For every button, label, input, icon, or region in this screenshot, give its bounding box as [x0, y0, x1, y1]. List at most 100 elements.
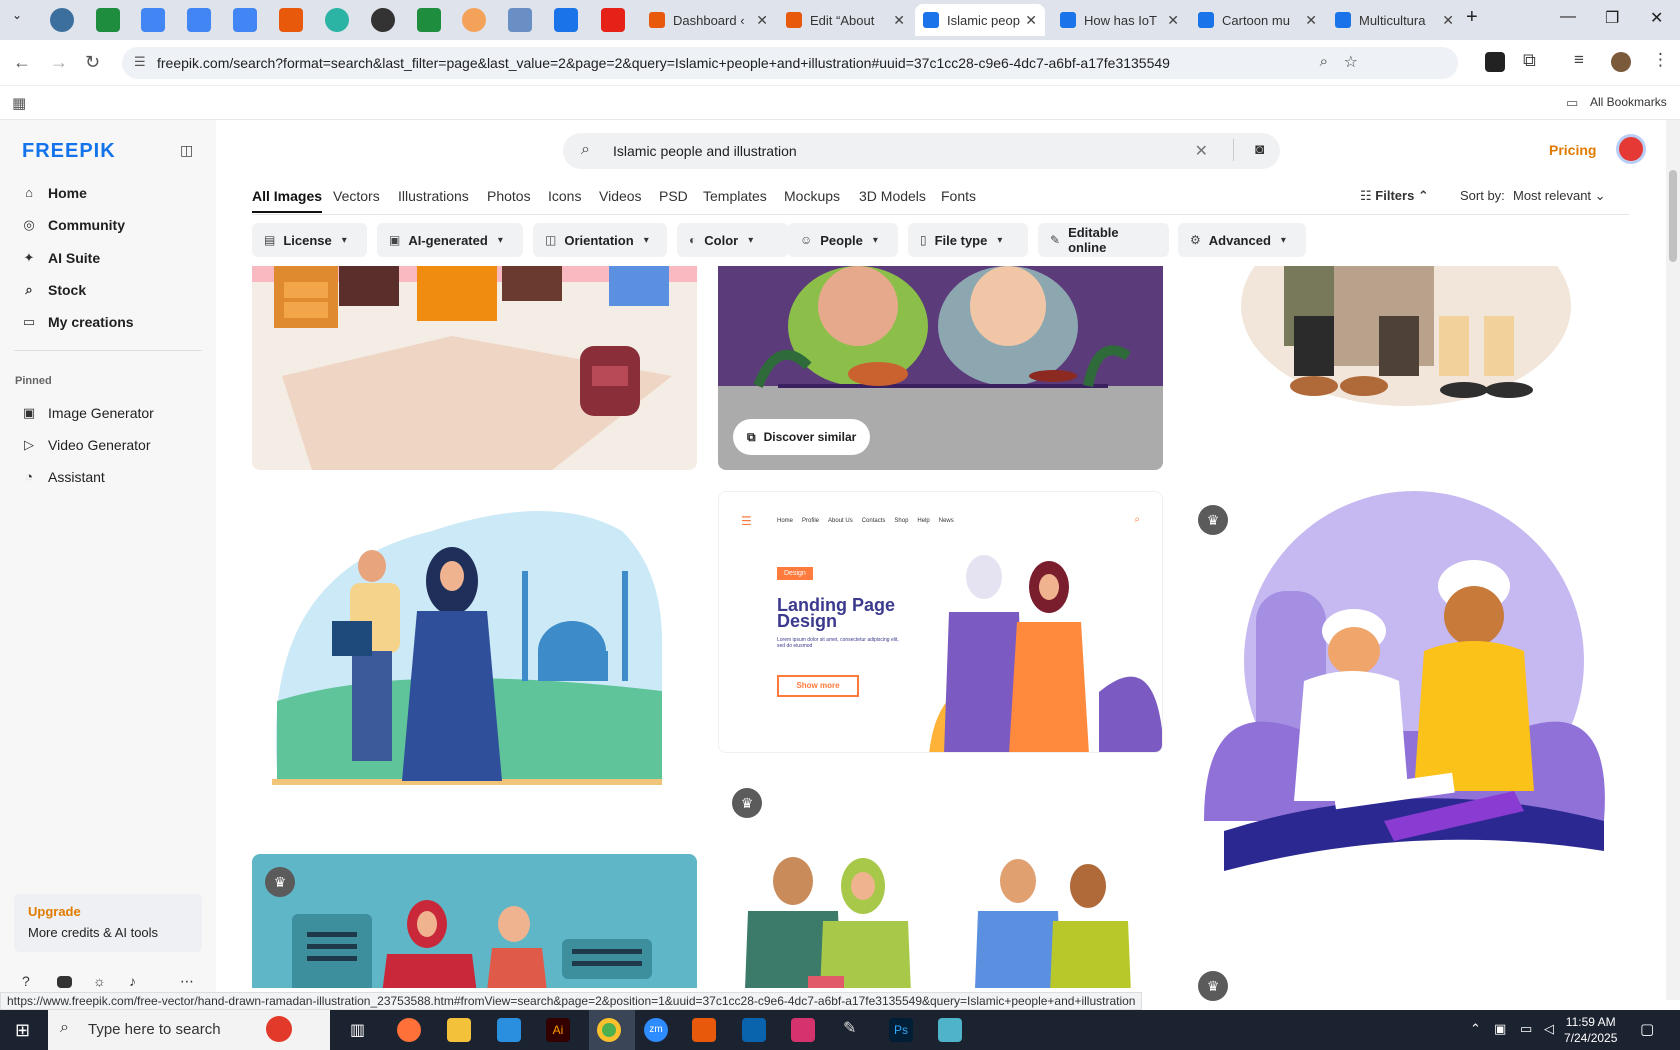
vscode-icon[interactable]: [497, 1018, 521, 1042]
tray-app-icon[interactable]: ▣: [1494, 1021, 1506, 1037]
sidebar-item-assistant[interactable]: ◔ Assistant: [22, 469, 105, 485]
camera-search-icon[interactable]: ◙: [1255, 141, 1264, 158]
sidebar-item-home[interactable]: ⌂ Home: [22, 185, 87, 201]
collapse-sidebar-icon[interactable]: ◫: [180, 142, 193, 159]
sidebar-item-image-generator[interactable]: ▣ Image Generator: [22, 405, 154, 421]
more-dots-icon[interactable]: ⋯: [180, 973, 194, 990]
app-tab-icon[interactable]: [325, 8, 349, 32]
result-card[interactable]: [252, 854, 697, 988]
tab-all-images[interactable]: All Images: [252, 188, 323, 213]
sidebar-item-my-creations[interactable]: ▭ My creations: [22, 314, 134, 330]
filter-license[interactable]: ▤ License ▾: [252, 223, 367, 257]
result-card[interactable]: [252, 491, 697, 821]
site-info-icon[interactable]: ☰: [134, 54, 146, 70]
photoshop-icon[interactable]: Ps: [889, 1018, 913, 1042]
app-tab-icon[interactable]: [508, 8, 532, 32]
back-arrow-icon[interactable]: ←: [13, 52, 31, 73]
search-input[interactable]: ⌕ Islamic people and illustration ✕ ◙: [563, 133, 1280, 169]
filter-ai-generated[interactable]: ▣ AI-generated ▾: [377, 223, 523, 257]
browser-tab[interactable]: Cartoon mu ✕: [1190, 4, 1325, 36]
filter-advanced[interactable]: ⚙ Advanced ▾: [1178, 223, 1306, 257]
notification-center-icon[interactable]: ▢: [1640, 1020, 1654, 1038]
task-view-icon[interactable]: ▥: [350, 1020, 365, 1040]
url-bar[interactable]: ☰ freepik.com/search?format=search&last_…: [122, 47, 1458, 79]
bookmark-star-icon[interactable]: ☆: [1344, 52, 1358, 72]
filter-color[interactable]: ◐ Color ▾: [677, 223, 789, 257]
tray-chevron-icon[interactable]: ⌃: [1470, 1021, 1481, 1037]
sidebar-item-stock[interactable]: ⌕ Stock: [22, 282, 86, 298]
close-icon[interactable]: ✕: [1305, 12, 1317, 29]
tab-photos[interactable]: Photos: [487, 188, 531, 204]
sidebar-item-community[interactable]: ◎ Community: [22, 217, 125, 233]
scrollbar-thumb[interactable]: [1669, 170, 1677, 262]
tab-fonts[interactable]: Fonts: [941, 188, 976, 204]
file-explorer-icon[interactable]: [447, 1018, 471, 1042]
result-card[interactable]: [252, 266, 697, 470]
profile-avatar[interactable]: [1611, 52, 1631, 72]
zoom-app-icon[interactable]: zm: [644, 1018, 668, 1042]
filter-people[interactable]: ☺ People ▾: [788, 223, 898, 257]
network-icon[interactable]: ▭: [1520, 1021, 1532, 1037]
docs-tab-icon[interactable]: [187, 8, 211, 32]
firefox-icon[interactable]: [397, 1018, 421, 1042]
tab-psd[interactable]: PSD: [659, 188, 688, 204]
sidebar-item-video-generator[interactable]: ▷ Video Generator: [22, 437, 150, 453]
window-close-icon[interactable]: ✕: [1650, 8, 1663, 28]
docs-tab-icon[interactable]: [233, 8, 257, 32]
windows-start-icon[interactable]: ⊞: [15, 1020, 30, 1041]
outlook-icon[interactable]: [742, 1018, 766, 1042]
pricing-link[interactable]: Pricing: [1549, 142, 1596, 158]
chatgpt-tab-icon[interactable]: [371, 8, 395, 32]
browser-tab[interactable]: Edit “About ✕: [778, 4, 913, 36]
volume-icon[interactable]: ◁: [1544, 1021, 1554, 1037]
extension-icon[interactable]: [1485, 52, 1505, 72]
discord-icon[interactable]: [57, 976, 72, 988]
forms-tab-icon[interactable]: [554, 8, 578, 32]
result-card[interactable]: [718, 841, 1163, 988]
pen-tool-icon[interactable]: ✎: [843, 1018, 856, 1038]
theme-sun-icon[interactable]: ☼: [93, 973, 106, 989]
notification-bell-icon[interactable]: ♪: [129, 973, 136, 989]
tab-vectors[interactable]: Vectors: [333, 188, 380, 204]
sidebar-item-ai-suite[interactable]: ✦ AI Suite: [22, 250, 101, 266]
tab-3d-models[interactable]: 3D Models: [859, 188, 926, 204]
close-icon[interactable]: ✕: [1025, 12, 1037, 29]
media-control-icon[interactable]: ≡: [1574, 50, 1584, 70]
close-icon[interactable]: ✕: [1167, 12, 1179, 29]
minimize-icon[interactable]: —: [1560, 8, 1576, 26]
result-card[interactable]: [1184, 491, 1628, 891]
browser-tab-active[interactable]: Islamic peop ✕: [915, 4, 1045, 36]
help-icon[interactable]: ?: [22, 973, 30, 989]
result-card[interactable]: [1184, 266, 1628, 470]
xampp-tab-icon[interactable]: [279, 8, 303, 32]
browser-tab[interactable]: How has IoT ✕: [1052, 4, 1187, 36]
forward-arrow-icon[interactable]: →: [50, 52, 68, 73]
xampp-icon[interactable]: [692, 1018, 716, 1042]
wordpress-tab-icon[interactable]: [50, 8, 74, 32]
app-tab-icon[interactable]: [462, 8, 486, 32]
apps-grid-icon[interactable]: ▦: [12, 94, 26, 112]
user-avatar[interactable]: [1616, 134, 1646, 164]
all-bookmarks-link[interactable]: All Bookmarks: [1590, 95, 1667, 109]
browser-tab[interactable]: Dashboard ‹ ✕: [641, 4, 776, 36]
tab-illustrations[interactable]: Illustrations: [398, 188, 469, 204]
chrome-icon[interactable]: [597, 1018, 621, 1042]
puzzle-extensions-icon[interactable]: ⧉: [1523, 50, 1536, 71]
tab-videos[interactable]: Videos: [599, 188, 642, 204]
upgrade-card[interactable]: Upgrade More credits & AI tools: [14, 894, 202, 952]
filters-toggle[interactable]: ☷ Filters ⌃: [1360, 188, 1429, 204]
browser-tab[interactable]: Multicultura ✕: [1327, 4, 1462, 36]
discover-similar-button[interactable]: ⧉ Discover similar: [733, 419, 871, 455]
tab-search-chevron-icon[interactable]: ⌄: [12, 8, 22, 22]
close-icon[interactable]: ✕: [893, 12, 905, 29]
restore-icon[interactable]: ❐: [1605, 8, 1619, 28]
tab-templates[interactable]: Templates: [703, 188, 767, 204]
youtube-tab-icon[interactable]: [601, 8, 625, 32]
close-icon[interactable]: ✕: [756, 12, 768, 29]
filter-orientation[interactable]: ◫ Orientation ▾: [533, 223, 667, 257]
result-card-landing-template[interactable]: ☰ Home Profile About Us Contacts Shop He…: [718, 491, 1163, 753]
sheets-tab-icon[interactable]: [417, 8, 441, 32]
filter-editable-online[interactable]: ✎ Editable online: [1038, 223, 1169, 257]
close-icon[interactable]: ✕: [1442, 12, 1454, 29]
app-icon[interactable]: [938, 1018, 962, 1042]
